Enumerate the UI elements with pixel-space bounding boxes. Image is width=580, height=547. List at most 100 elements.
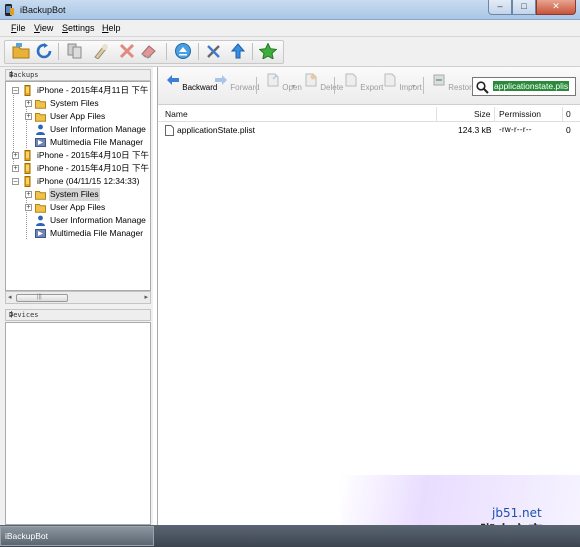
- file-icon: [165, 125, 174, 136]
- menu-settings[interactable]: Settings: [62, 23, 95, 33]
- expand-icon[interactable]: +: [25, 191, 32, 198]
- app-icon: [5, 4, 14, 16]
- tree-node-label: System Files: [49, 188, 100, 201]
- refresh-icon[interactable]: [35, 43, 53, 59]
- media-icon: [35, 138, 46, 147]
- file-browser: Backward Forward Open ▾ Delete Export Im…: [157, 67, 580, 525]
- toolbar-separator: [252, 43, 253, 60]
- tree-node-label: User Information Manage: [50, 215, 146, 225]
- toolbar-separator: [198, 43, 199, 60]
- folder-icon: [35, 100, 46, 109]
- expand-icon[interactable]: +: [25, 113, 32, 120]
- open-folder-icon[interactable]: [12, 43, 30, 59]
- collapse-icon[interactable]: –: [12, 87, 19, 94]
- devices-panel-header: Devices ‡: [5, 309, 151, 321]
- folder-icon: [35, 113, 46, 122]
- delete-icon[interactable]: [118, 43, 136, 59]
- eraser-icon[interactable]: [140, 43, 158, 59]
- tree-node-label: iPhone - 2015年4月10日 下午: [37, 163, 149, 173]
- export-button[interactable]: Export: [344, 73, 383, 92]
- menu-view[interactable]: View: [34, 23, 53, 33]
- pin-icon[interactable]: ‡: [9, 310, 147, 319]
- toolbar-separator: [58, 43, 59, 60]
- menu-bar: File View Settings Help: [0, 20, 580, 37]
- import-dropdown-icon[interactable]: ▾: [412, 83, 415, 90]
- table-header: Name Size Permission 0: [158, 106, 580, 122]
- open-file-icon: [267, 73, 279, 87]
- tree-node-label: Multimedia File Manager: [50, 137, 144, 147]
- delete-button[interactable]: Delete: [304, 73, 343, 92]
- tree-node-label: iPhone (04/11/15 12:34:33): [37, 176, 140, 186]
- delete-file-icon: [305, 73, 317, 87]
- scroll-thumb[interactable]: |||: [16, 294, 68, 302]
- scroll-right-arrow[interactable]: ▸: [144, 293, 148, 301]
- phone-icon: [24, 176, 31, 187]
- backward-button[interactable]: Backward: [166, 73, 217, 92]
- restore-button[interactable]: Restore: [432, 73, 476, 92]
- column-divider[interactable]: [562, 107, 563, 121]
- tree-guide-line: [26, 104, 27, 148]
- tools-icon[interactable]: [205, 43, 223, 59]
- scroll-left-arrow[interactable]: ◂: [8, 293, 12, 301]
- folder-icon: [35, 204, 46, 213]
- import-icon: [384, 73, 396, 87]
- search-input-value[interactable]: applicationstate.plis: [493, 81, 570, 91]
- phone-icon: [24, 163, 31, 174]
- column-divider[interactable]: [494, 107, 495, 121]
- upload-arrow-icon[interactable]: [229, 43, 247, 59]
- column-permission-header[interactable]: Permission: [499, 109, 541, 119]
- watermark-url: jb51.net: [492, 506, 542, 520]
- tree-horizontal-scrollbar[interactable]: ◂ ||| ▸: [5, 291, 151, 304]
- import-label: Import: [399, 83, 422, 92]
- expand-icon[interactable]: +: [12, 165, 19, 172]
- minimize-button[interactable]: ‒: [488, 0, 512, 15]
- star-icon[interactable]: [259, 43, 277, 59]
- copy-icon[interactable]: [66, 43, 84, 59]
- tree-guide-line: [13, 92, 14, 172]
- forward-arrow-icon: [215, 75, 227, 85]
- menu-help[interactable]: Help: [102, 23, 121, 33]
- main-toolbar: [0, 37, 580, 67]
- close-button[interactable]: ✕: [536, 0, 576, 15]
- table-row[interactable]: applicationState.plist 124.3 kB -rw-r--r…: [158, 124, 580, 138]
- pin-icon[interactable]: ‡: [9, 70, 147, 79]
- export-label: Export: [360, 83, 384, 92]
- maximize-button[interactable]: □: [512, 0, 536, 15]
- file-name: applicationState.plist: [177, 125, 255, 135]
- taskbar-item-label: iBackupBot: [5, 531, 48, 541]
- expand-icon[interactable]: +: [25, 204, 32, 211]
- taskbar-item-ibackupbot[interactable]: iBackupBot: [0, 526, 154, 546]
- toolbar-separator: [423, 77, 424, 94]
- open-dropdown-icon[interactable]: ▾: [292, 83, 295, 90]
- clean-icon[interactable]: [92, 43, 110, 59]
- menu-file[interactable]: File: [11, 23, 26, 33]
- navigation-toolbar: Backward Forward Open ▾ Delete Export Im…: [158, 67, 580, 105]
- export-icon: [345, 73, 357, 87]
- window-title: iBackupBot: [20, 5, 66, 15]
- forward-button[interactable]: Forward: [214, 73, 260, 92]
- expand-icon[interactable]: +: [12, 152, 19, 159]
- toolbar-separator: [334, 77, 335, 94]
- column-name-header[interactable]: Name: [165, 109, 188, 119]
- backup-tree: – iPhone - 2015年4月11日 下午 + System Files + Use…: [5, 81, 151, 291]
- tree-node-label: System Files: [50, 98, 99, 108]
- search-icon: [476, 81, 489, 94]
- taskbar: iBackupBot: [0, 525, 580, 547]
- column-extra-header[interactable]: 0: [566, 109, 571, 119]
- expand-icon[interactable]: +: [25, 100, 32, 107]
- open-button[interactable]: Open: [266, 73, 302, 92]
- column-size-header[interactable]: Size: [474, 109, 491, 119]
- tree-node-label: User App Files: [50, 202, 106, 212]
- folder-icon: [35, 191, 46, 200]
- back-arrow-icon: [167, 75, 179, 85]
- tree-guide-line: [26, 195, 27, 239]
- media-icon: [35, 229, 46, 238]
- tree-node-label: User Information Manage: [50, 124, 146, 134]
- import-button[interactable]: Import: [383, 73, 422, 92]
- eject-icon[interactable]: [174, 43, 192, 59]
- collapse-icon[interactable]: –: [12, 178, 19, 185]
- column-divider[interactable]: [436, 107, 437, 121]
- restore-icon: [433, 74, 445, 86]
- search-field[interactable]: applicationstate.plis: [472, 77, 576, 96]
- file-permission: -rw-r--r--: [499, 125, 532, 134]
